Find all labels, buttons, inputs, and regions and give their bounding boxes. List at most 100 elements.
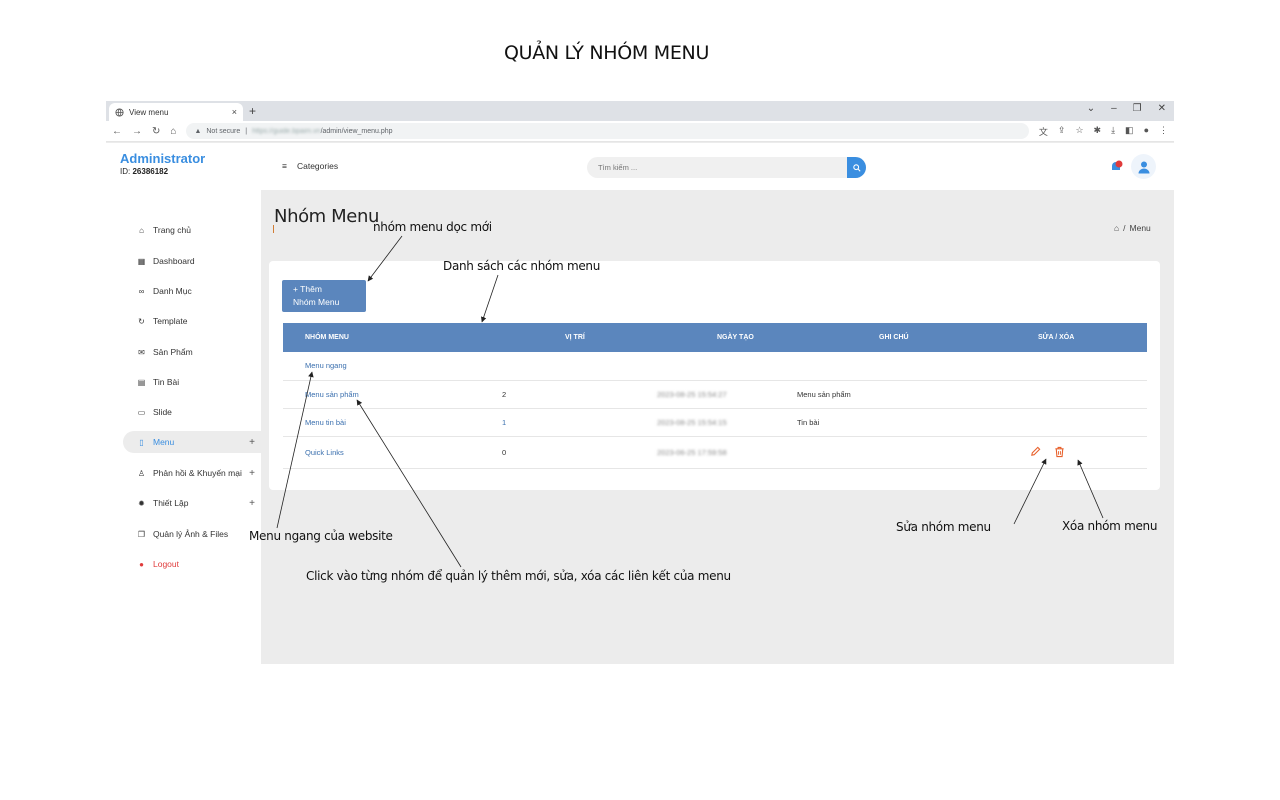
- annotation-click-group: Click vào từng nhóm để quản lý thêm mới,…: [306, 569, 731, 583]
- expand-icon[interactable]: +: [249, 437, 255, 448]
- envelope-icon: ✉: [138, 347, 145, 357]
- link-icon: ∞: [138, 286, 145, 296]
- menu-group-card: + Thêm Nhóm Menu NHÓM MENU VỊ TRÍ NGÀY T…: [269, 261, 1160, 490]
- sidepanel-icon[interactable]: ◧: [1125, 125, 1134, 138]
- forward-icon[interactable]: →: [132, 126, 142, 137]
- sidebar-item-products[interactable]: ✉ Sản Phẩm: [123, 341, 263, 363]
- home-browser-icon[interactable]: ⌂: [170, 126, 176, 137]
- created-date: 2023-06-25 17:59:58: [657, 447, 727, 457]
- close-window-icon[interactable]: ✕: [1158, 103, 1166, 114]
- col-header-position[interactable]: VỊ TRÍ: [480, 323, 635, 352]
- note-cell: Menu sản phẩm: [797, 380, 960, 409]
- address-bar: ← → ↻ ⌂ ▲ Not secure | https://guide.bpa…: [106, 121, 1174, 142]
- home-crumb-icon[interactable]: ⌂: [1114, 223, 1119, 233]
- categories-button[interactable]: ≡ Categories: [282, 161, 338, 171]
- col-header-created[interactable]: NGÀY TẠO: [635, 323, 797, 352]
- search-input[interactable]: [587, 157, 837, 178]
- browser-tab[interactable]: View menu ×: [109, 103, 243, 121]
- created-date: 2023-08-25 15:54:27: [657, 389, 727, 399]
- note-cell: Tin bài: [797, 408, 960, 437]
- position-value: 1: [502, 417, 507, 427]
- search-box: [587, 157, 866, 178]
- tab-title: View menu: [129, 107, 169, 117]
- expand-icon[interactable]: +: [249, 468, 255, 479]
- categories-label: Categories: [296, 161, 339, 171]
- expand-icon[interactable]: +: [249, 498, 255, 509]
- tab-close-icon[interactable]: ×: [232, 107, 237, 117]
- delete-icon[interactable]: [1054, 446, 1065, 458]
- col-header-note[interactable]: GHI CHÚ: [797, 323, 960, 352]
- menu-dots-icon[interactable]: ⋮: [1159, 125, 1168, 138]
- files-icon: ❐: [137, 529, 146, 539]
- page-title: Nhóm Menu: [274, 206, 379, 227]
- profile-icon[interactable]: ●: [1144, 125, 1149, 138]
- hamburger-icon: ≡: [282, 161, 287, 171]
- reload-icon[interactable]: ↻: [152, 126, 160, 137]
- admin-id: ID: 26386182: [120, 167, 169, 176]
- minimize-icon[interactable]: –: [1111, 103, 1117, 114]
- annotation-delete: Xóa nhóm menu: [1062, 519, 1158, 533]
- sidebar-item-categories[interactable]: ∞ Danh Mục: [123, 280, 263, 302]
- table-row: Quick Links 0 2023-06-25 17:59:58: [283, 436, 1147, 469]
- sidebar-item-template[interactable]: ↻ Template: [123, 310, 263, 332]
- url-host: https://guide.bpaim.vn: [252, 127, 321, 135]
- window-controls: ⌄ – ❐ ✕: [1087, 103, 1166, 114]
- group-link[interactable]: Menu tin bài: [305, 418, 346, 427]
- power-icon: ●: [139, 559, 144, 569]
- title-accent: [273, 225, 274, 233]
- page-heading: QUẢN LÝ NHÓM MENU: [503, 42, 710, 64]
- breadcrumb-current: Menu: [1129, 223, 1151, 233]
- download-icon[interactable]: ⤓: [1111, 125, 1115, 138]
- table-row: Menu tin bài 1 2023-08-25 15:54:15 Tin b…: [283, 408, 1147, 437]
- restore-icon[interactable]: ❐: [1133, 103, 1142, 114]
- new-tab-button[interactable]: +: [249, 104, 256, 118]
- created-date: 2023-08-25 15:54:15: [657, 417, 727, 427]
- group-link[interactable]: Menu ngang: [305, 361, 347, 370]
- user-icon: ♙: [137, 468, 146, 478]
- translate-icon[interactable]: 文: [1039, 125, 1048, 138]
- tab-search-icon[interactable]: ⌄: [1087, 103, 1095, 114]
- notification-button[interactable]: [1109, 160, 1123, 174]
- brand-name: Administrator: [120, 151, 206, 166]
- app-header: Administrator ID: 26386182 ≡ Categories: [106, 143, 1174, 190]
- search-icon: [852, 163, 861, 172]
- col-header-actions: SỬA / XÓA: [960, 323, 1147, 352]
- group-link[interactable]: Quick Links: [305, 448, 344, 457]
- sidebar-item-dashboard[interactable]: ▦ Dashboard: [123, 250, 263, 272]
- group-link[interactable]: Menu sản phẩm: [305, 390, 359, 399]
- col-header-group[interactable]: NHÓM MENU: [283, 323, 480, 352]
- star-icon[interactable]: ☆: [1075, 125, 1083, 138]
- edit-icon[interactable]: [1030, 446, 1041, 457]
- user-avatar[interactable]: [1131, 154, 1156, 179]
- tab-strip: View menu × + ⌄ – ❐ ✕: [106, 101, 1174, 121]
- back-icon[interactable]: ←: [112, 126, 122, 137]
- gear-icon: ✹: [138, 498, 145, 508]
- sidebar-item-feedback[interactable]: ♙ Phản hồi & Khuyến mại +: [123, 462, 263, 484]
- search-button[interactable]: [847, 157, 866, 178]
- sidebar-item-home[interactable]: ⌂ Trang chủ: [123, 219, 263, 241]
- sidebar-item-news[interactable]: ▤ Tin Bài: [123, 371, 263, 393]
- sidebar-item-slide[interactable]: ▭ Slide: [123, 401, 263, 423]
- sidebar-item-logout[interactable]: ● Logout: [123, 553, 263, 575]
- breadcrumb: ⌂ / Menu: [1114, 223, 1151, 233]
- sidebar-item-settings[interactable]: ✹ Thiết Lập +: [123, 492, 263, 514]
- brand: Administrator ID: 26386182: [120, 151, 205, 176]
- url-field[interactable]: ▲ Not secure | https://guide.bpaim.vn/ad…: [186, 123, 1029, 139]
- warning-icon: ▲: [194, 127, 202, 135]
- annotation-list: Danh sách các nhóm menu: [443, 259, 601, 273]
- globe-icon: [115, 107, 124, 117]
- admin-id-value: 26386182: [132, 167, 169, 176]
- annotation-edit: Sửa nhóm menu: [896, 520, 991, 534]
- annotation-new-group: nhóm menu dọc mới: [373, 220, 492, 234]
- browser-toolbar: 文 ⇪ ☆ ✱ ⤓ ◧ ● ⋮: [1039, 125, 1168, 138]
- document-icon: ▯: [139, 437, 144, 447]
- extensions-icon[interactable]: ✱: [1094, 125, 1102, 138]
- add-menu-group-button[interactable]: + Thêm Nhóm Menu: [282, 280, 366, 312]
- bell-icon: [1112, 160, 1123, 170]
- share-icon[interactable]: ⇪: [1058, 125, 1066, 138]
- table-row: Menu sản phẩm 2 2023-08-25 15:54:27 Menu…: [283, 380, 1147, 409]
- sidebar-item-menu[interactable]: ▯ Menu +: [123, 431, 263, 453]
- menu-group-table: NHÓM MENU VỊ TRÍ NGÀY TẠO GHI CHÚ SỬA / …: [283, 323, 1147, 469]
- sidebar-item-files[interactable]: ❐ Quản lý Ảnh & Files: [123, 523, 263, 545]
- sidebar: ⌂ Trang chủ ▦ Dashboard ∞ Danh Mục ↻ Templat…: [106, 190, 263, 664]
